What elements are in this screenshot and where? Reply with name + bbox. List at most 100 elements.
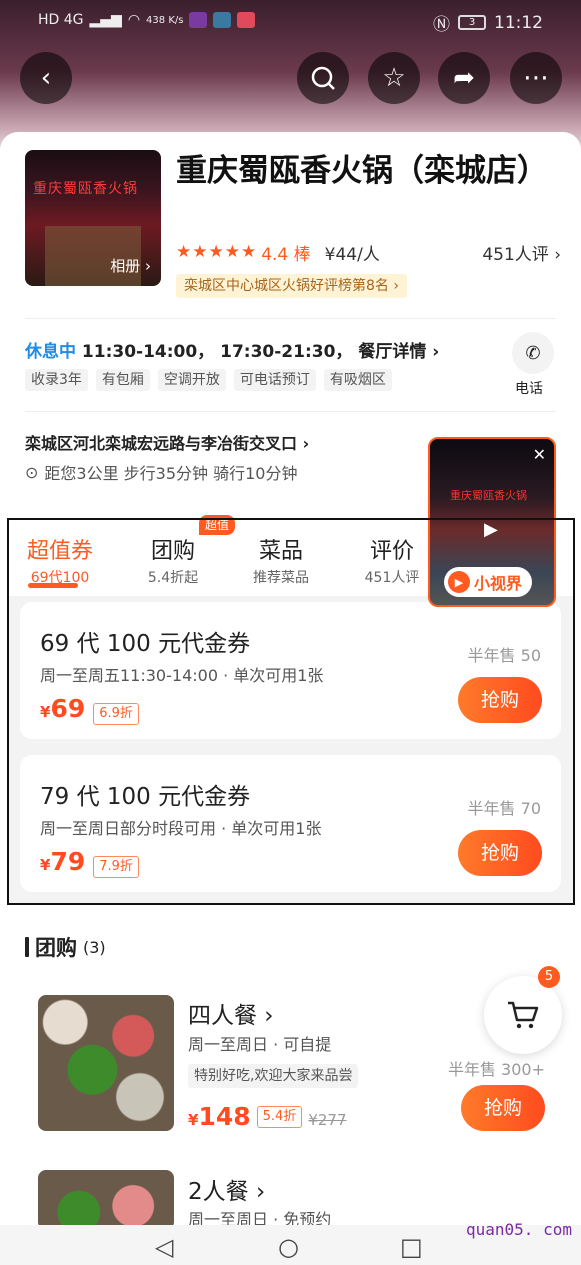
discount-badge: 5.4折	[256, 1105, 303, 1128]
play-circle-icon: ▶	[448, 571, 470, 593]
rating-row: ★★★★★ 4.4 棒 ¥44/人 451人评 ›	[176, 240, 561, 265]
star-icon: ☆	[382, 63, 406, 93]
brand-label: 小视界	[474, 574, 523, 593]
distance-text: 距您3公里 步行35分钟 骑行10分钟	[44, 464, 298, 483]
close-icon[interactable]: ✕	[533, 445, 546, 464]
favorite-button[interactable]: ☆	[368, 52, 420, 104]
cart-icon	[508, 1001, 539, 1029]
voucher-title: 69 代 100 元代金券	[40, 631, 251, 657]
shop-sign: 重庆蜀瓯香火锅	[33, 181, 138, 197]
more-button[interactable]: ⋯	[510, 52, 562, 104]
currency: ¥	[188, 1111, 199, 1129]
back-triangle-icon[interactable]: ◁	[155, 1233, 173, 1261]
search-icon	[311, 66, 335, 90]
section-count: (3)	[83, 937, 106, 957]
back-button[interactable]: ‹	[20, 52, 72, 104]
package-image[interactable]	[38, 1170, 174, 1230]
price-value: 79	[50, 847, 86, 876]
feature-tag: 收录3年	[25, 369, 88, 391]
sold-count: 半年售 50	[467, 646, 541, 665]
feature-tags: 收录3年 有包厢 空调开放 可电话预订 有吸烟区	[25, 369, 392, 391]
tab-subtitle: 5.4折起	[147, 570, 199, 586]
share-icon: ➦	[453, 63, 475, 93]
buy-button[interactable]: 抢购	[458, 677, 542, 723]
more-icon: ⋯	[523, 63, 549, 93]
tab-subtitle: 451人评	[364, 570, 420, 586]
location-pin-icon: ⊙	[25, 462, 39, 482]
super-value-badge: 超值	[199, 515, 236, 535]
feature-tag: 可电话预订	[233, 369, 316, 391]
voucher-price: ¥ 69 6.9折	[40, 694, 139, 725]
battery-icon: 3	[458, 15, 486, 30]
package-price: ¥148 5.4折 ¥277	[188, 1102, 347, 1131]
review-count-link[interactable]: 451人评 ›	[482, 240, 561, 265]
speed-indicator: 438 K/s	[146, 14, 184, 26]
video-sign: 重庆蜀瓯香火锅	[450, 489, 527, 502]
section-title-text: 团购	[35, 936, 77, 960]
package-desc: 周一至周日 · 可自提	[188, 1035, 332, 1054]
wifi-icon: ◠	[127, 12, 141, 28]
shop-cover-image[interactable]: 重庆蜀瓯香火锅 相册 ›	[25, 150, 161, 286]
tab-title: 评价	[369, 539, 414, 564]
phone-icon: ✆	[525, 342, 541, 364]
feature-tag: 空调开放	[157, 369, 226, 391]
section-marker	[25, 937, 29, 957]
discount-badge: 6.9折	[93, 703, 139, 725]
divider	[25, 318, 556, 319]
package-name[interactable]: 2人餐 ›	[188, 1172, 265, 1206]
nfc-icon: Ⓝ	[433, 15, 450, 35]
tab-reviews[interactable]: 评价 451人评	[358, 533, 426, 587]
price-value: 69	[50, 694, 86, 723]
chevron-left-icon: ‹	[40, 63, 52, 93]
page-title: 重庆蜀瓯香火锅（栾城店）	[176, 153, 548, 189]
tab-subtitle: 推荐菜品	[253, 570, 309, 586]
divider	[25, 411, 556, 412]
package-image[interactable]	[38, 995, 174, 1131]
business-hours[interactable]: 休息中 11:30-14:00， 17:30-21:30， 餐厅详情 ›	[25, 337, 439, 362]
time: 11:12	[494, 12, 543, 33]
video-thumbnail[interactable]: 重庆蜀瓯香火锅 ✕ ▶ ▶ 小视界	[428, 437, 556, 607]
address-link[interactable]: 栾城区河北栾城宏远路与李冶街交叉口 ›	[25, 430, 309, 454]
video-brand: ▶ 小视界	[444, 567, 533, 597]
currency: ¥	[40, 856, 51, 874]
rating-score: 4.4 棒	[261, 244, 311, 265]
voucher-title: 79 代 100 元代金券	[40, 784, 251, 810]
recent-square-icon[interactable]: □	[400, 1233, 423, 1261]
phone-label: 电话	[515, 381, 543, 397]
sold-count: 半年售 300+	[447, 1060, 545, 1079]
tab-vouchers[interactable]: 超值券 69代100	[20, 533, 100, 587]
phone-button[interactable]: ✆	[512, 332, 554, 374]
hours-text: 11:30-14:00， 17:30-21:30， 餐厅详情 ›	[81, 342, 440, 362]
tab-title: 菜品	[258, 539, 303, 564]
voucher-desc: 周一至周五11:30-14:00 · 单次可用1张	[40, 666, 324, 685]
currency: ¥	[40, 703, 51, 721]
voucher-desc: 周一至周日部分时段可用 · 单次可用1张	[40, 819, 322, 838]
discount-badge: 7.9折	[93, 856, 139, 878]
share-button[interactable]: ➦	[438, 52, 490, 104]
tab-title: 团购	[150, 539, 195, 564]
rating-stars-icon: ★★★★★	[176, 242, 258, 262]
album-link[interactable]: 相册 ›	[110, 255, 151, 276]
voucher-price: ¥ 79 7.9折	[40, 847, 139, 878]
feature-tag: 有包厢	[95, 369, 150, 391]
network-indicator: HD 4G	[38, 12, 84, 28]
watermark: quan05. com	[466, 1220, 572, 1239]
rank-badge[interactable]: 栾城区中心城区火锅好评榜第8名 ›	[176, 274, 407, 298]
feature-tag: 有吸烟区	[323, 369, 392, 391]
cart-count-badge: 5	[538, 966, 560, 988]
distance-info: ⊙ 距您3公里 步行35分钟 骑行10分钟	[25, 460, 297, 484]
active-tab-indicator	[28, 583, 78, 588]
tab-dishes[interactable]: 菜品 推荐菜品	[244, 533, 318, 587]
search-button[interactable]	[297, 52, 349, 104]
package-name[interactable]: 四人餐 ›	[188, 996, 274, 1030]
average-price: ¥44/人	[324, 244, 380, 265]
group-section-title: 团购 (3)	[25, 932, 106, 962]
signal-icon: ▂▄▆	[89, 12, 122, 28]
buy-button[interactable]: 抢购	[458, 830, 542, 876]
buy-button[interactable]: 抢购	[461, 1085, 545, 1131]
app-icon	[237, 12, 256, 28]
tab-group-buy[interactable]: 团购 5.4折起	[140, 533, 206, 587]
original-price: ¥277	[308, 1111, 347, 1129]
app-icon	[189, 12, 208, 28]
home-circle-icon[interactable]: ○	[278, 1233, 299, 1261]
